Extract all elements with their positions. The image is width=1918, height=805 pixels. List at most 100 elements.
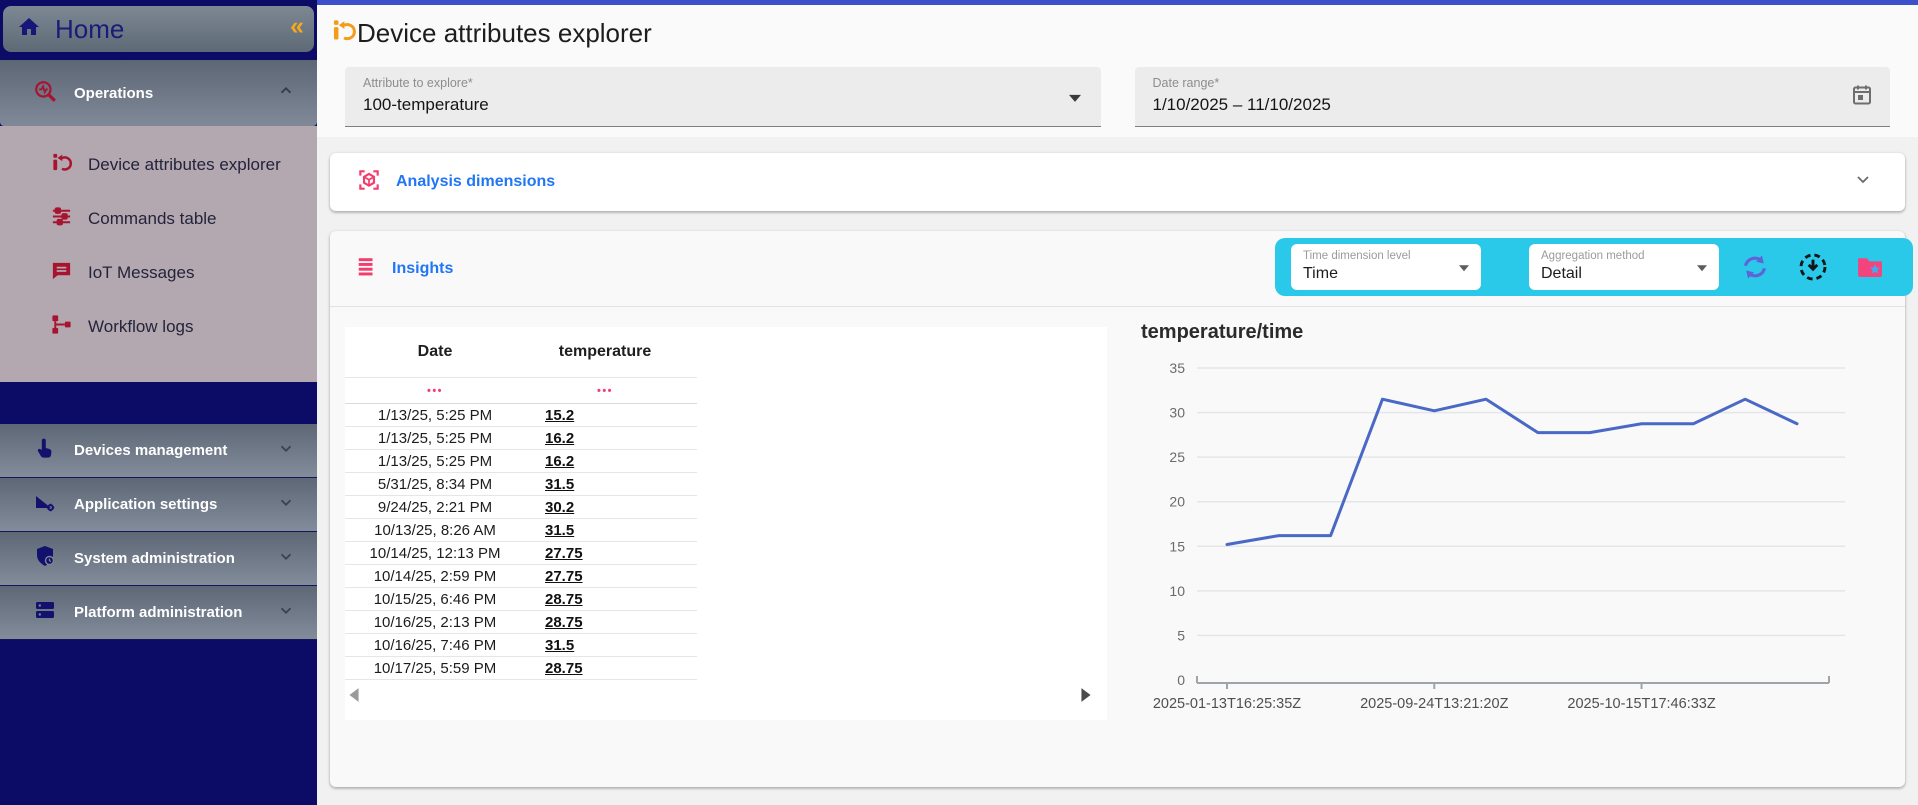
home-icon <box>17 15 41 44</box>
attribute-select[interactable]: Attribute to explore* 100-temperature <box>345 67 1101 127</box>
analysis-dimensions-label: Analysis dimensions <box>396 173 555 191</box>
insights-label: Insights <box>392 260 453 278</box>
temperature-value-link[interactable]: 31.5 <box>545 637 574 654</box>
temperature-value-link[interactable]: 28.75 <box>545 660 583 677</box>
temperature-value-link[interactable]: 15.2 <box>545 407 574 424</box>
sidebar-group-platform-administration[interactable]: Platform administration <box>0 586 317 640</box>
cell-date: 1/13/25, 5:25 PM <box>345 407 525 424</box>
column-header-temperature[interactable]: temperature <box>525 343 685 361</box>
insights-icon-buttons <box>1739 251 1897 283</box>
svg-text:15: 15 <box>1169 538 1185 554</box>
svg-text:2025-01-13T16:25:35Z: 2025-01-13T16:25:35Z <box>1153 696 1301 712</box>
table-scroll-footer <box>345 684 1095 710</box>
attribute-select-value: 100-temperature <box>363 95 1083 115</box>
aggregation-method-value: Detail <box>1541 265 1707 283</box>
sidebar-item-workflow-logs[interactable]: Workflow logs <box>0 300 317 354</box>
chevron-up-icon <box>277 82 295 105</box>
table-row: 10/16/25, 7:46 PM 31.5 <box>345 634 697 657</box>
sidebar-item-device-attributes-explorer[interactable]: Device attributes explorer <box>0 138 317 192</box>
temperature-value-link[interactable]: 28.75 <box>545 614 583 631</box>
sidebar-item-label: Workflow logs <box>88 317 194 337</box>
cell-date: 10/16/25, 2:13 PM <box>345 614 525 631</box>
cell-temperature: 16.2 <box>525 453 685 470</box>
column-header-date[interactable]: Date <box>345 343 525 361</box>
table-row: 9/24/25, 2:21 PM30.2 <box>345 496 697 519</box>
aggregation-method-select[interactable]: Aggregation method Detail <box>1529 244 1719 290</box>
cell-temperature: 31.5 <box>525 522 685 539</box>
sidebar-group-list: Devices management Application settings <box>0 424 317 640</box>
filter-cell-temperature[interactable]: ••• <box>525 385 685 397</box>
sidebar-group-devices-management[interactable]: Devices management <box>0 424 317 478</box>
insights-icon <box>356 255 378 282</box>
temperature-value-link[interactable]: 27.75 <box>545 545 583 562</box>
time-dimension-level-value: Time <box>1303 265 1469 283</box>
cell-temperature: 30.2 <box>525 499 685 516</box>
time-dimension-level-select[interactable]: Time dimension level Time <box>1291 244 1481 290</box>
export-folder-icon[interactable] <box>1855 252 1885 282</box>
insights-content: Date temperature ••• ••• 1/13/25, 5:25 P… <box>330 307 1905 720</box>
date-range-field[interactable]: Date range* 1/10/2025 – 11/10/2025 <box>1135 67 1891 127</box>
sidebar-item-label: Device attributes explorer <box>88 155 281 175</box>
sidebar-item-label: IoT Messages <box>88 263 194 283</box>
commands-table-icon <box>50 205 73 233</box>
cell-date: 10/16/25, 7:46 PM <box>345 637 525 654</box>
attribute-select-label: Attribute to explore* <box>363 76 1083 90</box>
temperature-value-link[interactable]: 30.2 <box>545 499 574 516</box>
analysis-dimensions-icon <box>356 167 382 198</box>
time-dimension-level-label: Time dimension level <box>1303 250 1469 262</box>
filter-form: Attribute to explore* 100-temperature Da… <box>317 55 1918 127</box>
svg-text:0: 0 <box>1177 672 1185 688</box>
date-range-value: 1/10/2025 – 11/10/2025 <box>1153 95 1873 115</box>
table-row: 1/13/25, 5:25 PM16.2 <box>345 450 697 473</box>
dropdown-caret-icon <box>1069 94 1081 101</box>
dropdown-caret-icon <box>1459 265 1469 271</box>
table-row: 1/13/25, 5:25 PM16.2 <box>345 427 697 450</box>
temperature-value-link[interactable]: 31.5 <box>545 522 574 539</box>
temperature-value-link[interactable]: 27.75 <box>545 568 583 585</box>
scroll-right-icon[interactable] <box>1079 687 1093 708</box>
iot-messages-icon <box>50 259 73 287</box>
sidebar-group-label: Platform administration <box>74 604 242 621</box>
download-icon[interactable] <box>1797 251 1829 283</box>
temperature-value-link[interactable]: 16.2 <box>545 453 574 470</box>
sidebar-group-operations[interactable]: Operations <box>0 60 317 126</box>
temperature-value-link[interactable]: 28.75 <box>545 591 583 608</box>
sidebar-group-system-administration[interactable]: System administration <box>0 532 317 586</box>
device-attributes-icon <box>50 151 73 179</box>
main-content: Device attributes explorer Attribute to … <box>317 0 1918 805</box>
calendar-icon[interactable] <box>1850 82 1874 111</box>
sidebar-item-label: Commands table <box>88 209 217 229</box>
attributes-table: Date temperature ••• ••• 1/13/25, 5:25 P… <box>345 327 1107 720</box>
sidebar-item-iot-messages[interactable]: IoT Messages <box>0 246 317 300</box>
table-row: 10/15/25, 6:46 PM28.75 <box>345 588 697 611</box>
sidebar-item-home[interactable]: Home « <box>3 6 314 52</box>
svg-text:35: 35 <box>1169 360 1185 376</box>
sidebar-collapse-icon[interactable]: « <box>290 12 302 41</box>
chevron-down-icon <box>277 547 295 570</box>
svg-text:2025-09-24T13:21:20Z: 2025-09-24T13:21:20Z <box>1360 696 1508 712</box>
sidebar-group-label: System administration <box>74 550 235 567</box>
operations-icon <box>32 78 58 109</box>
sidebar-group-application-settings[interactable]: Application settings <box>0 478 317 532</box>
cell-date: 10/13/25, 8:26 AM <box>345 522 525 539</box>
cell-temperature: 27.75 <box>525 568 685 585</box>
device-attributes-explorer-icon <box>330 17 357 49</box>
svg-text:5: 5 <box>1177 627 1185 643</box>
temperature-value-link[interactable]: 16.2 <box>545 430 574 447</box>
chart-block: temperature/time 051015202530352025-01-1… <box>1107 307 1905 720</box>
sidebar-item-commands-table[interactable]: Commands table <box>0 192 317 246</box>
chevron-down-icon[interactable] <box>1853 170 1873 195</box>
table-row: 1/13/25, 5:25 PM 15.2 <box>345 404 697 427</box>
insights-controls-bar: Time dimension level Time Aggregation me… <box>1275 238 1913 296</box>
temperature-value-link[interactable]: 31.5 <box>545 476 574 493</box>
analysis-dimensions-panel[interactable]: Analysis dimensions <box>330 153 1905 211</box>
scroll-left-icon[interactable] <box>347 687 361 708</box>
refresh-icon[interactable] <box>1739 251 1771 283</box>
aggregation-method-label: Aggregation method <box>1541 250 1707 262</box>
sidebar: Home « Operations <box>0 0 317 805</box>
workflow-logs-icon <box>50 313 73 341</box>
table-row: 10/14/25, 12:13 PM27.75 <box>345 542 697 565</box>
home-label: Home <box>55 14 124 45</box>
system-administration-icon <box>33 544 57 573</box>
filter-cell-date[interactable]: ••• <box>345 385 525 397</box>
